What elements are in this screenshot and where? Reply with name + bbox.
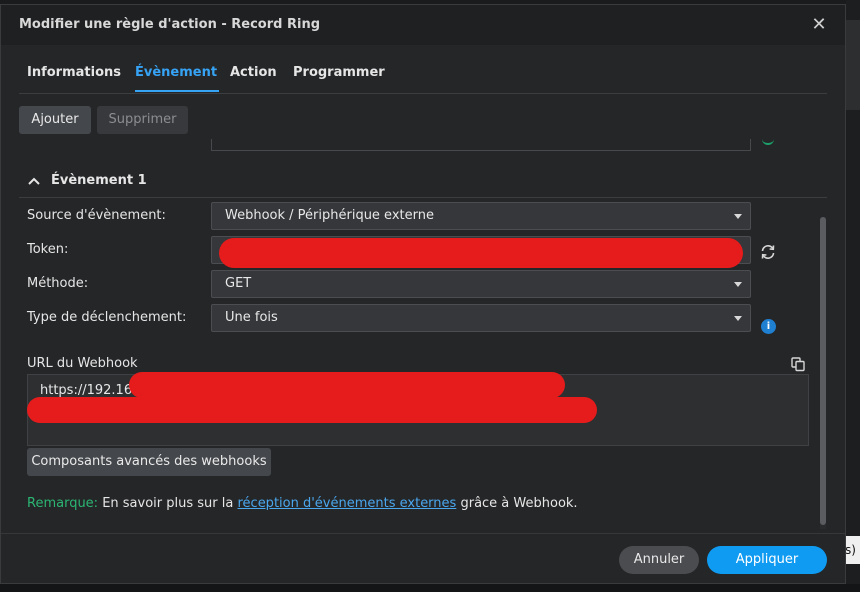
status-icon (762, 135, 774, 145)
caret-down-icon (734, 316, 742, 321)
apply-button[interactable]: Appliquer (707, 546, 827, 574)
trigger-label: Type de déclenchement: (27, 310, 187, 325)
webhook-url-label: URL du Webhook (27, 356, 138, 371)
url-redaction-line1 (129, 372, 565, 398)
caret-down-icon (734, 282, 742, 287)
method-select[interactable]: GET (211, 270, 751, 298)
add-button[interactable]: Ajouter (19, 106, 91, 134)
trigger-select[interactable]: Une fois (211, 304, 751, 332)
url-redaction-line2 (27, 397, 597, 423)
close-icon[interactable]: ✕ (809, 15, 829, 35)
action-rule-dialog: Modifier une règle d'action - Record Rin… (0, 4, 846, 584)
refresh-icon[interactable] (759, 243, 777, 261)
info-icon[interactable]: i (761, 319, 776, 334)
event-section-header[interactable]: Évènement 1 (19, 169, 827, 198)
dialog-titlebar: Modifier une règle d'action - Record Rin… (1, 5, 845, 45)
source-label: Source d'évènement: (27, 208, 166, 223)
background-bottom (0, 584, 860, 592)
chevron-up-icon (28, 177, 40, 185)
method-value: GET (225, 276, 252, 291)
source-select[interactable]: Webhook / Périphérique externe (211, 202, 751, 230)
footer-divider (1, 533, 845, 534)
tab-action[interactable]: Action (230, 65, 277, 80)
advanced-webhook-button[interactable]: Composants avancés des webhooks (27, 448, 271, 476)
previous-field-edge (211, 139, 751, 151)
tab-bar: Informations Évènement Action Programmer (19, 53, 827, 94)
cancel-button[interactable]: Annuler (619, 546, 699, 574)
source-value: Webhook / Périphérique externe (225, 208, 434, 223)
tab-evenement[interactable]: Évènement (135, 65, 217, 80)
token-redaction (219, 238, 743, 268)
token-label: Token: (27, 242, 69, 257)
webhook-url-text: https://192.168 (40, 383, 141, 398)
section-title: Évènement 1 (51, 173, 147, 188)
copy-icon[interactable] (790, 356, 806, 372)
active-tab-indicator (135, 90, 219, 92)
trigger-value: Une fois (225, 310, 278, 325)
method-label: Méthode: (27, 276, 89, 291)
note-link[interactable]: réception d'événements externes (237, 496, 456, 511)
caret-down-icon (734, 214, 742, 219)
note-label: Remarque: (27, 496, 99, 511)
note-text-before: En savoir plus sur la (102, 496, 234, 511)
note-text-after: grâce à Webhook. (460, 496, 578, 511)
tab-informations[interactable]: Informations (27, 65, 121, 80)
dialog-title: Modifier une règle d'action - Record Rin… (19, 17, 321, 32)
scrollbar-thumb[interactable] (820, 217, 826, 525)
delete-button[interactable]: Supprimer (97, 106, 188, 134)
note-text: Remarque: En savoir plus sur la réceptio… (27, 496, 578, 511)
tab-programmer[interactable]: Programmer (293, 65, 385, 80)
background-panel (846, 20, 860, 110)
